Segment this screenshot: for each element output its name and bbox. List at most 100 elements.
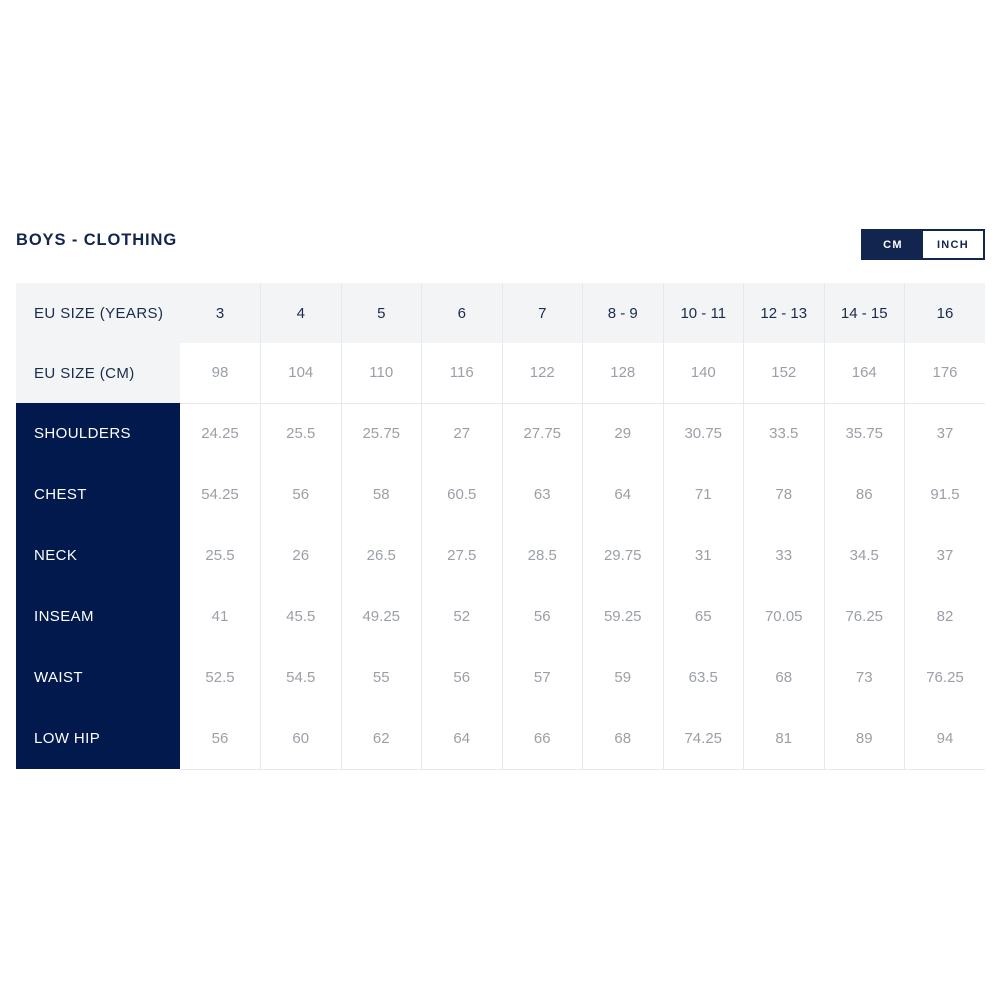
measurement-cell: 64	[582, 464, 664, 525]
measurement-cell: 78	[743, 464, 825, 525]
header-cell-cm: 152	[743, 343, 825, 404]
measurement-cell: 62	[341, 708, 422, 770]
header-cell-size: 4	[260, 283, 342, 343]
measurement-cell: 28.5	[502, 525, 583, 586]
table-header-row-cm: EU SIZE (CM) 98 104 110 116 122 128 140 …	[16, 343, 985, 404]
row-label-neck: NECK	[16, 525, 180, 586]
header-cell-size: 8 - 9	[582, 283, 664, 343]
measurement-cell: 56	[502, 586, 583, 647]
measurement-cell: 57	[502, 647, 583, 708]
header-cell-cm: 128	[582, 343, 664, 404]
measurement-cell: 56	[260, 464, 342, 525]
header-cell-size: 14 - 15	[824, 283, 905, 343]
measurement-cell: 74.25	[663, 708, 744, 770]
measurement-cell: 27	[421, 403, 503, 464]
unit-toggle[interactable]: CM INCH	[861, 229, 985, 260]
header-cell-cm: 122	[502, 343, 583, 404]
measurement-cell: 76.25	[824, 586, 905, 647]
measurement-cell: 56	[180, 708, 261, 770]
measurement-cell: 26.5	[341, 525, 422, 586]
table-row: NECK 25.5 26 26.5 27.5 28.5 29.75 31 33 …	[16, 525, 985, 586]
table-row: SHOULDERS 24.25 25.5 25.75 27 27.75 29 3…	[16, 403, 985, 464]
row-label-shoulders: SHOULDERS	[16, 403, 180, 464]
measurement-cell: 33	[743, 525, 825, 586]
row-label-low-hip: LOW HIP	[16, 708, 180, 769]
header-cell-cm: 176	[904, 343, 985, 404]
header-cell-cm: 98	[180, 343, 261, 404]
measurement-cell: 68	[582, 708, 664, 770]
measurement-cell: 45.5	[260, 586, 342, 647]
measurement-cell: 30.75	[663, 403, 744, 464]
measurement-cell: 35.75	[824, 403, 905, 464]
table-header-row-years: EU SIZE (YEARS) 3 4 5 6 7 8 - 9 10 - 11 …	[16, 283, 985, 343]
measurement-cell: 26	[260, 525, 342, 586]
measurement-cell: 25.5	[180, 525, 261, 586]
header-cell-size: 5	[341, 283, 422, 343]
row-label-eu-size-years: EU SIZE (YEARS)	[16, 283, 180, 343]
measurement-cell: 58	[341, 464, 422, 525]
page-title: BOYS - CLOTHING	[16, 231, 178, 249]
measurement-cell: 29.75	[582, 525, 664, 586]
unit-toggle-inch-button[interactable]: INCH	[923, 231, 983, 258]
chart-header: BOYS - CLOTHING CM INCH	[16, 226, 985, 266]
measurement-cell: 29	[582, 403, 664, 464]
measurement-cell: 68	[743, 647, 825, 708]
measurement-cell: 60	[260, 708, 342, 770]
measurement-cell: 63	[502, 464, 583, 525]
measurement-cell: 64	[421, 708, 503, 770]
measurement-cell: 25.75	[341, 403, 422, 464]
header-cell-cm: 164	[824, 343, 905, 404]
table-row: WAIST 52.5 54.5 55 56 57 59 63.5 68 73 7…	[16, 647, 985, 708]
measurement-cell: 27.5	[421, 525, 503, 586]
header-cell-size: 3	[180, 283, 261, 343]
measurement-cell: 52	[421, 586, 503, 647]
measurement-cell: 63.5	[663, 647, 744, 708]
measurement-cell: 59	[582, 647, 664, 708]
row-label-inseam: INSEAM	[16, 586, 180, 647]
row-label-chest: CHEST	[16, 464, 180, 525]
header-cell-size: 7	[502, 283, 583, 343]
measurement-cell: 33.5	[743, 403, 825, 464]
table-row: CHEST 54.25 56 58 60.5 63 64 71 78 86 91…	[16, 464, 985, 525]
header-cell-size: 6	[421, 283, 503, 343]
measurement-cell: 24.25	[180, 403, 261, 464]
row-label-eu-size-cm: EU SIZE (CM)	[16, 343, 180, 403]
measurement-cell: 76.25	[904, 647, 985, 708]
row-label-waist: WAIST	[16, 647, 180, 708]
size-chart-page: BOYS - CLOTHING CM INCH EU SIZE (YEARS) …	[0, 0, 1000, 1000]
header-cell-cm: 140	[663, 343, 744, 404]
measurement-cell: 65	[663, 586, 744, 647]
unit-toggle-cm-button[interactable]: CM	[863, 231, 923, 258]
measurement-cell: 34.5	[824, 525, 905, 586]
measurement-cell: 71	[663, 464, 744, 525]
header-cell-cm: 110	[341, 343, 422, 404]
header-cell-size: 12 - 13	[743, 283, 825, 343]
measurement-cell: 54.25	[180, 464, 261, 525]
header-cell-size: 16	[904, 283, 985, 343]
header-cell-size: 10 - 11	[663, 283, 744, 343]
measurement-cell: 31	[663, 525, 744, 586]
header-cell-cm: 116	[421, 343, 503, 404]
header-cell-cm: 104	[260, 343, 342, 404]
table-row: INSEAM 41 45.5 49.25 52 56 59.25 65 70.0…	[16, 586, 985, 647]
measurement-cell: 49.25	[341, 586, 422, 647]
measurement-cell: 41	[180, 586, 261, 647]
measurement-cell: 52.5	[180, 647, 261, 708]
measurement-cell: 70.05	[743, 586, 825, 647]
size-chart-table: EU SIZE (YEARS) 3 4 5 6 7 8 - 9 10 - 11 …	[16, 283, 985, 770]
measurement-cell: 73	[824, 647, 905, 708]
measurement-cell: 86	[824, 464, 905, 525]
measurement-cell: 55	[341, 647, 422, 708]
measurement-cell: 37	[904, 403, 985, 464]
table-row: LOW HIP 56 60 62 64 66 68 74.25 81 89 94	[16, 708, 985, 770]
measurement-cell: 81	[743, 708, 825, 770]
measurement-cell: 91.5	[904, 464, 985, 525]
measurement-cell: 56	[421, 647, 503, 708]
measurement-cell: 59.25	[582, 586, 664, 647]
measurement-cell: 66	[502, 708, 583, 770]
measurement-cell: 82	[904, 586, 985, 647]
measurement-cell: 25.5	[260, 403, 342, 464]
measurement-cell: 94	[904, 708, 985, 770]
measurement-cell: 27.75	[502, 403, 583, 464]
measurement-cell: 37	[904, 525, 985, 586]
